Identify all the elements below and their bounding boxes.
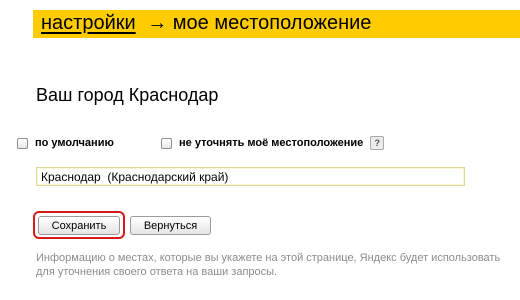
help-icon[interactable]: ?: [370, 136, 385, 150]
no-refine-checkbox[interactable]: [161, 137, 172, 149]
page-header: настройки → мое местоположение: [33, 10, 520, 38]
settings-link[interactable]: настройки: [41, 12, 136, 34]
page-title: мое местоположение: [172, 12, 372, 34]
info-text: Информацию о местах, которые вы укажете …: [36, 252, 501, 278]
no-refine-checkbox-label[interactable]: не уточнять моё местоположение: [179, 136, 363, 150]
no-refine-option[interactable]: не уточнять моё местоположение ?: [161, 136, 385, 150]
default-option[interactable]: по умолчанию: [17, 136, 114, 150]
default-checkbox-label[interactable]: по умолчанию: [35, 136, 114, 150]
header-text: настройки → мое местоположение: [41, 11, 371, 35]
location-input[interactable]: [36, 167, 465, 186]
breadcrumb-arrow-icon: →: [147, 12, 168, 34]
save-button[interactable]: Сохранить: [38, 216, 120, 235]
default-checkbox[interactable]: [17, 137, 28, 149]
city-label: Ваш город Краснодар: [36, 85, 219, 105]
back-button[interactable]: Вернуться: [130, 216, 211, 235]
